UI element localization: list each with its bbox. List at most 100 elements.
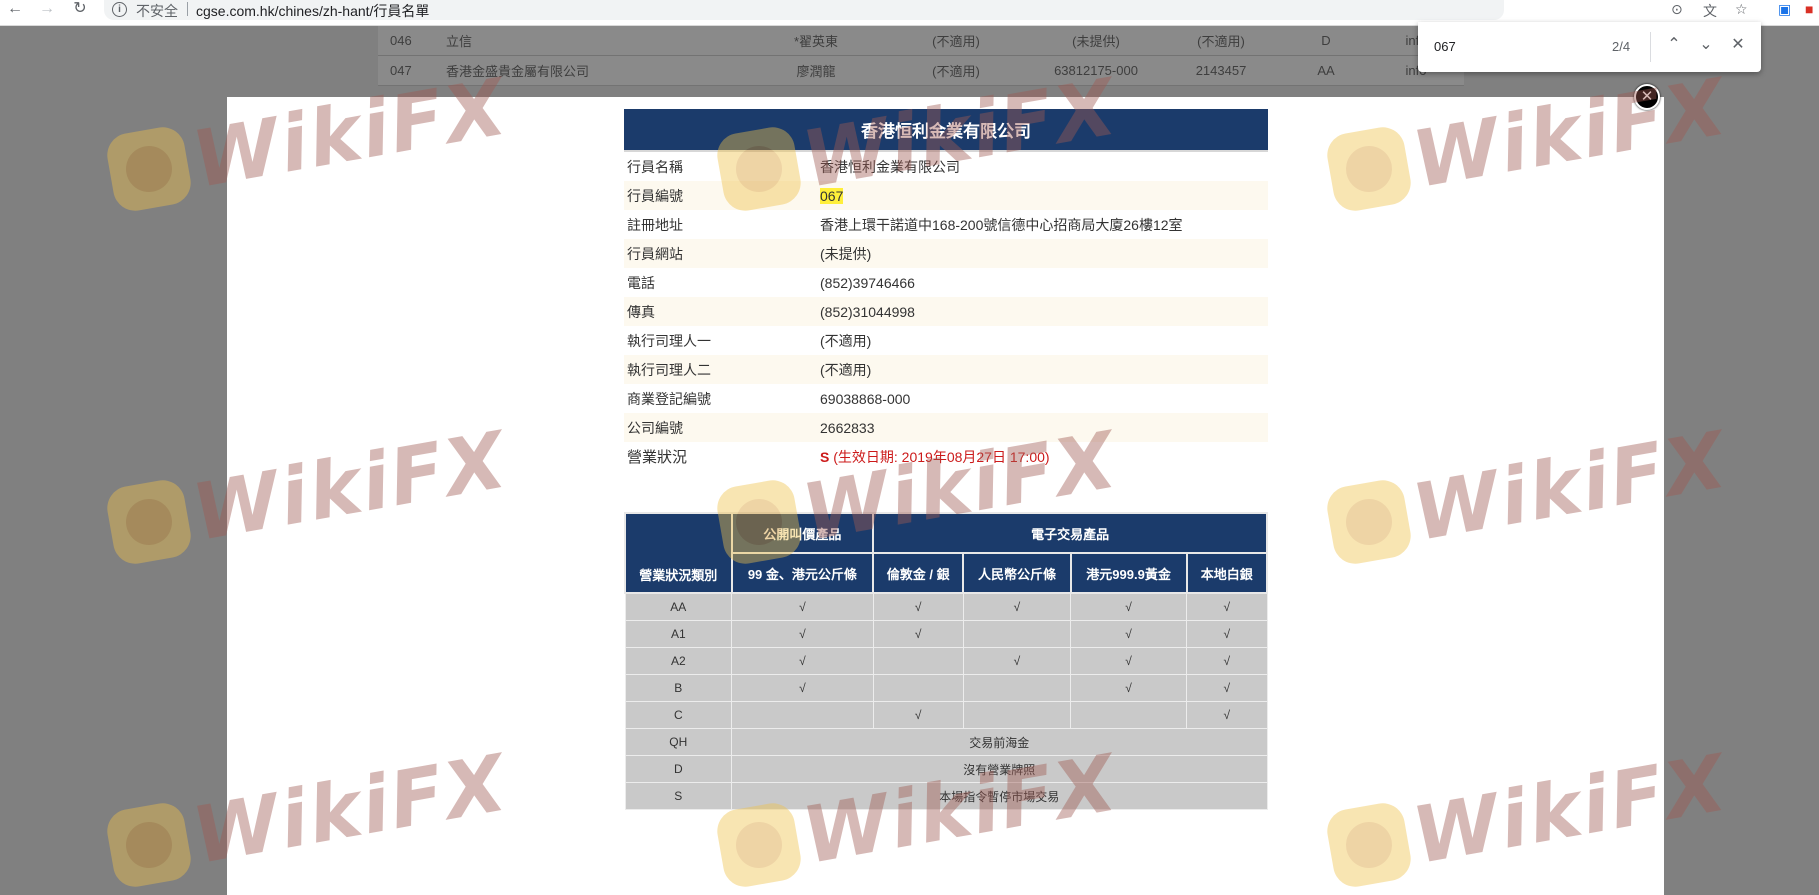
- category-table-body: AA √ √ √ √ √ A1 √ √ √ √ A2 √ √ √ √ B √ √ √ C √ √ QH 交易前海金 D 沒有營業牌照…: [624, 592, 1268, 810]
- reload-icon[interactable]: ↻: [69, 0, 91, 20]
- find-divider: [1650, 32, 1651, 62]
- find-input[interactable]: 067: [1434, 39, 1456, 54]
- permission-cell: [962, 674, 1072, 702]
- category-table: 營業狀況類別 公開叫價產品 電子交易產品 99 金、港元公斤條 倫敦金 / 銀 …: [624, 512, 1268, 810]
- permission-cell: √: [731, 674, 874, 702]
- member-title: 香港恒利金業有限公司: [624, 109, 1268, 152]
- info-row: 行員名稱 香港恒利金業有限公司: [624, 151, 1268, 181]
- category-code: A2: [624, 647, 733, 675]
- field-value: 69038868-000: [820, 390, 911, 407]
- info-row: 傳真 (852)31044998: [624, 297, 1268, 326]
- find-match-count: 2/4: [1612, 39, 1631, 54]
- group-electronic-header: 電子交易產品: [872, 512, 1268, 554]
- group-open-outcry-header: 公開叫價產品: [730, 512, 875, 554]
- field-value: (不適用): [817, 355, 1268, 384]
- find-bar: 067 2/4 ⌃ ⌄ ✕: [1418, 22, 1761, 72]
- permission-cell: [962, 701, 1072, 729]
- info-row: 公司編號 2662833: [624, 413, 1268, 442]
- field-label: 執行司理人二: [624, 355, 817, 384]
- info-row: 商業登記編號 69038868-000: [624, 384, 1268, 413]
- col-category-header: 營業狀況類別: [624, 512, 733, 594]
- member-col3: (不適用): [1197, 34, 1245, 49]
- info-row: 行員編號 067: [624, 181, 1268, 210]
- find-highlight: 067: [820, 187, 844, 204]
- member-contact: *翟英東: [793, 34, 839, 49]
- col-header: 人民幣公斤條: [962, 552, 1072, 594]
- category-row: S 本場指令暫停市場交易: [624, 782, 1268, 810]
- field-label: 註冊地址: [627, 216, 683, 233]
- field-label: 執行司理人一: [627, 332, 711, 349]
- background-member-table: 046 立信 *翟英東 (不適用) (未提供) (不適用) D info 047…: [378, 26, 1464, 86]
- col-header: 99 金、港元公斤條: [730, 552, 875, 594]
- category-description: 交易前海金: [731, 728, 1268, 756]
- info-row: 營業狀況 S (生效日期: 2019年08月27日 17:00): [624, 442, 1268, 471]
- extension-icon-2[interactable]: ■: [1805, 1, 1813, 17]
- permission-cell: √: [1070, 674, 1187, 702]
- info-row: 執行司理人二 (不適用): [624, 355, 1268, 384]
- permission-cell: [962, 620, 1072, 648]
- zoom-search-icon[interactable]: ⊙: [1671, 1, 1683, 18]
- category-row: C √ √: [624, 701, 1268, 729]
- member-col3: 2143457: [1195, 63, 1247, 78]
- member-number: 047: [390, 63, 412, 78]
- address-bar[interactable]: i 不安全 cgse.com.hk/chines/zh-hant/行員名單: [104, 0, 1504, 20]
- category-code: A1: [624, 620, 733, 648]
- find-previous-icon[interactable]: ⌃: [1662, 33, 1686, 57]
- info-icon[interactable]: i: [112, 2, 127, 17]
- col-header: 港元999.9黃金: [1069, 552, 1188, 594]
- status-value: S (生效日期: 2019年08月27日 17:00): [817, 442, 1268, 471]
- back-arrow-icon[interactable]: ←: [4, 0, 26, 20]
- url-text[interactable]: cgse.com.hk/chines/zh-hant/行員名單: [196, 1, 429, 21]
- info-row: 行員網站 (未提供): [624, 239, 1268, 268]
- permission-cell: √: [731, 647, 874, 675]
- extension-icon[interactable]: ▣: [1778, 1, 1791, 18]
- field-label: 電話: [627, 274, 655, 291]
- category-code: AA: [624, 592, 733, 621]
- separator: [187, 2, 188, 16]
- permission-cell: √: [962, 592, 1072, 621]
- member-info-table: 香港恒利金業有限公司 行員名稱 香港恒利金業有限公司 行員編號 067 註冊地址…: [624, 109, 1268, 471]
- permission-cell: [731, 701, 874, 729]
- status-effective-date: (生效日期: 2019年08月27日 17:00): [833, 448, 1050, 465]
- category-code: C: [624, 701, 733, 729]
- find-close-icon[interactable]: ✕: [1726, 33, 1750, 57]
- find-next-icon[interactable]: ⌄: [1694, 33, 1718, 57]
- field-label: 傳真: [624, 297, 817, 326]
- member-category: D: [1321, 33, 1331, 48]
- status-label: 營業狀況: [627, 449, 688, 466]
- col-header: 倫敦金 / 銀: [872, 552, 965, 594]
- field-value-member-number: 067: [817, 181, 1268, 210]
- member-category: AA: [1317, 63, 1335, 78]
- permission-cell: √: [1070, 620, 1187, 648]
- field-label: 行員網站: [624, 239, 817, 268]
- permission-cell: √: [962, 647, 1072, 675]
- member-contact: 廖潤龍: [796, 64, 836, 79]
- status-code: S: [820, 448, 830, 465]
- forward-arrow-icon[interactable]: →: [36, 0, 58, 20]
- member-number: 046: [390, 33, 412, 48]
- permission-cell: √: [731, 620, 874, 648]
- field-value: 香港上環干諾道中168-200號信德中心招商局大廈26樓12室: [820, 216, 1183, 233]
- bookmark-star-icon[interactable]: ☆: [1735, 1, 1748, 18]
- member-col2: (未提供): [1072, 34, 1120, 49]
- table-row: 046 立信 *翟英東 (不適用) (未提供) (不適用) D info: [378, 26, 1464, 56]
- field-value: 香港恒利金業有限公司: [820, 158, 960, 175]
- member-col1: (不適用): [932, 64, 980, 79]
- table-row: 047 香港金盛貴金屬有限公司 廖潤龍 (不適用) 63812175-000 2…: [378, 56, 1464, 86]
- member-name: 立信: [446, 34, 473, 49]
- field-label: 行員名稱: [627, 158, 683, 175]
- close-modal-button[interactable]: ✕: [1634, 84, 1660, 110]
- field-value: 2662833: [817, 413, 1268, 442]
- member-name: 香港金盛貴金屬有限公司: [446, 64, 590, 79]
- permission-cell: √: [731, 592, 874, 621]
- category-row: QH 交易前海金: [624, 728, 1268, 756]
- permission-cell: [872, 674, 964, 702]
- translate-icon[interactable]: 文: [1703, 1, 1717, 21]
- member-col1: (不適用): [932, 34, 980, 49]
- category-row: AA √ √ √ √ √: [624, 592, 1268, 621]
- field-value: (852)39746466: [820, 274, 915, 291]
- category-row: D 沒有營業牌照: [624, 755, 1268, 783]
- permission-cell: √: [872, 620, 964, 648]
- field-label: 行員編號: [624, 181, 817, 210]
- category-row: B √ √ √: [624, 674, 1268, 702]
